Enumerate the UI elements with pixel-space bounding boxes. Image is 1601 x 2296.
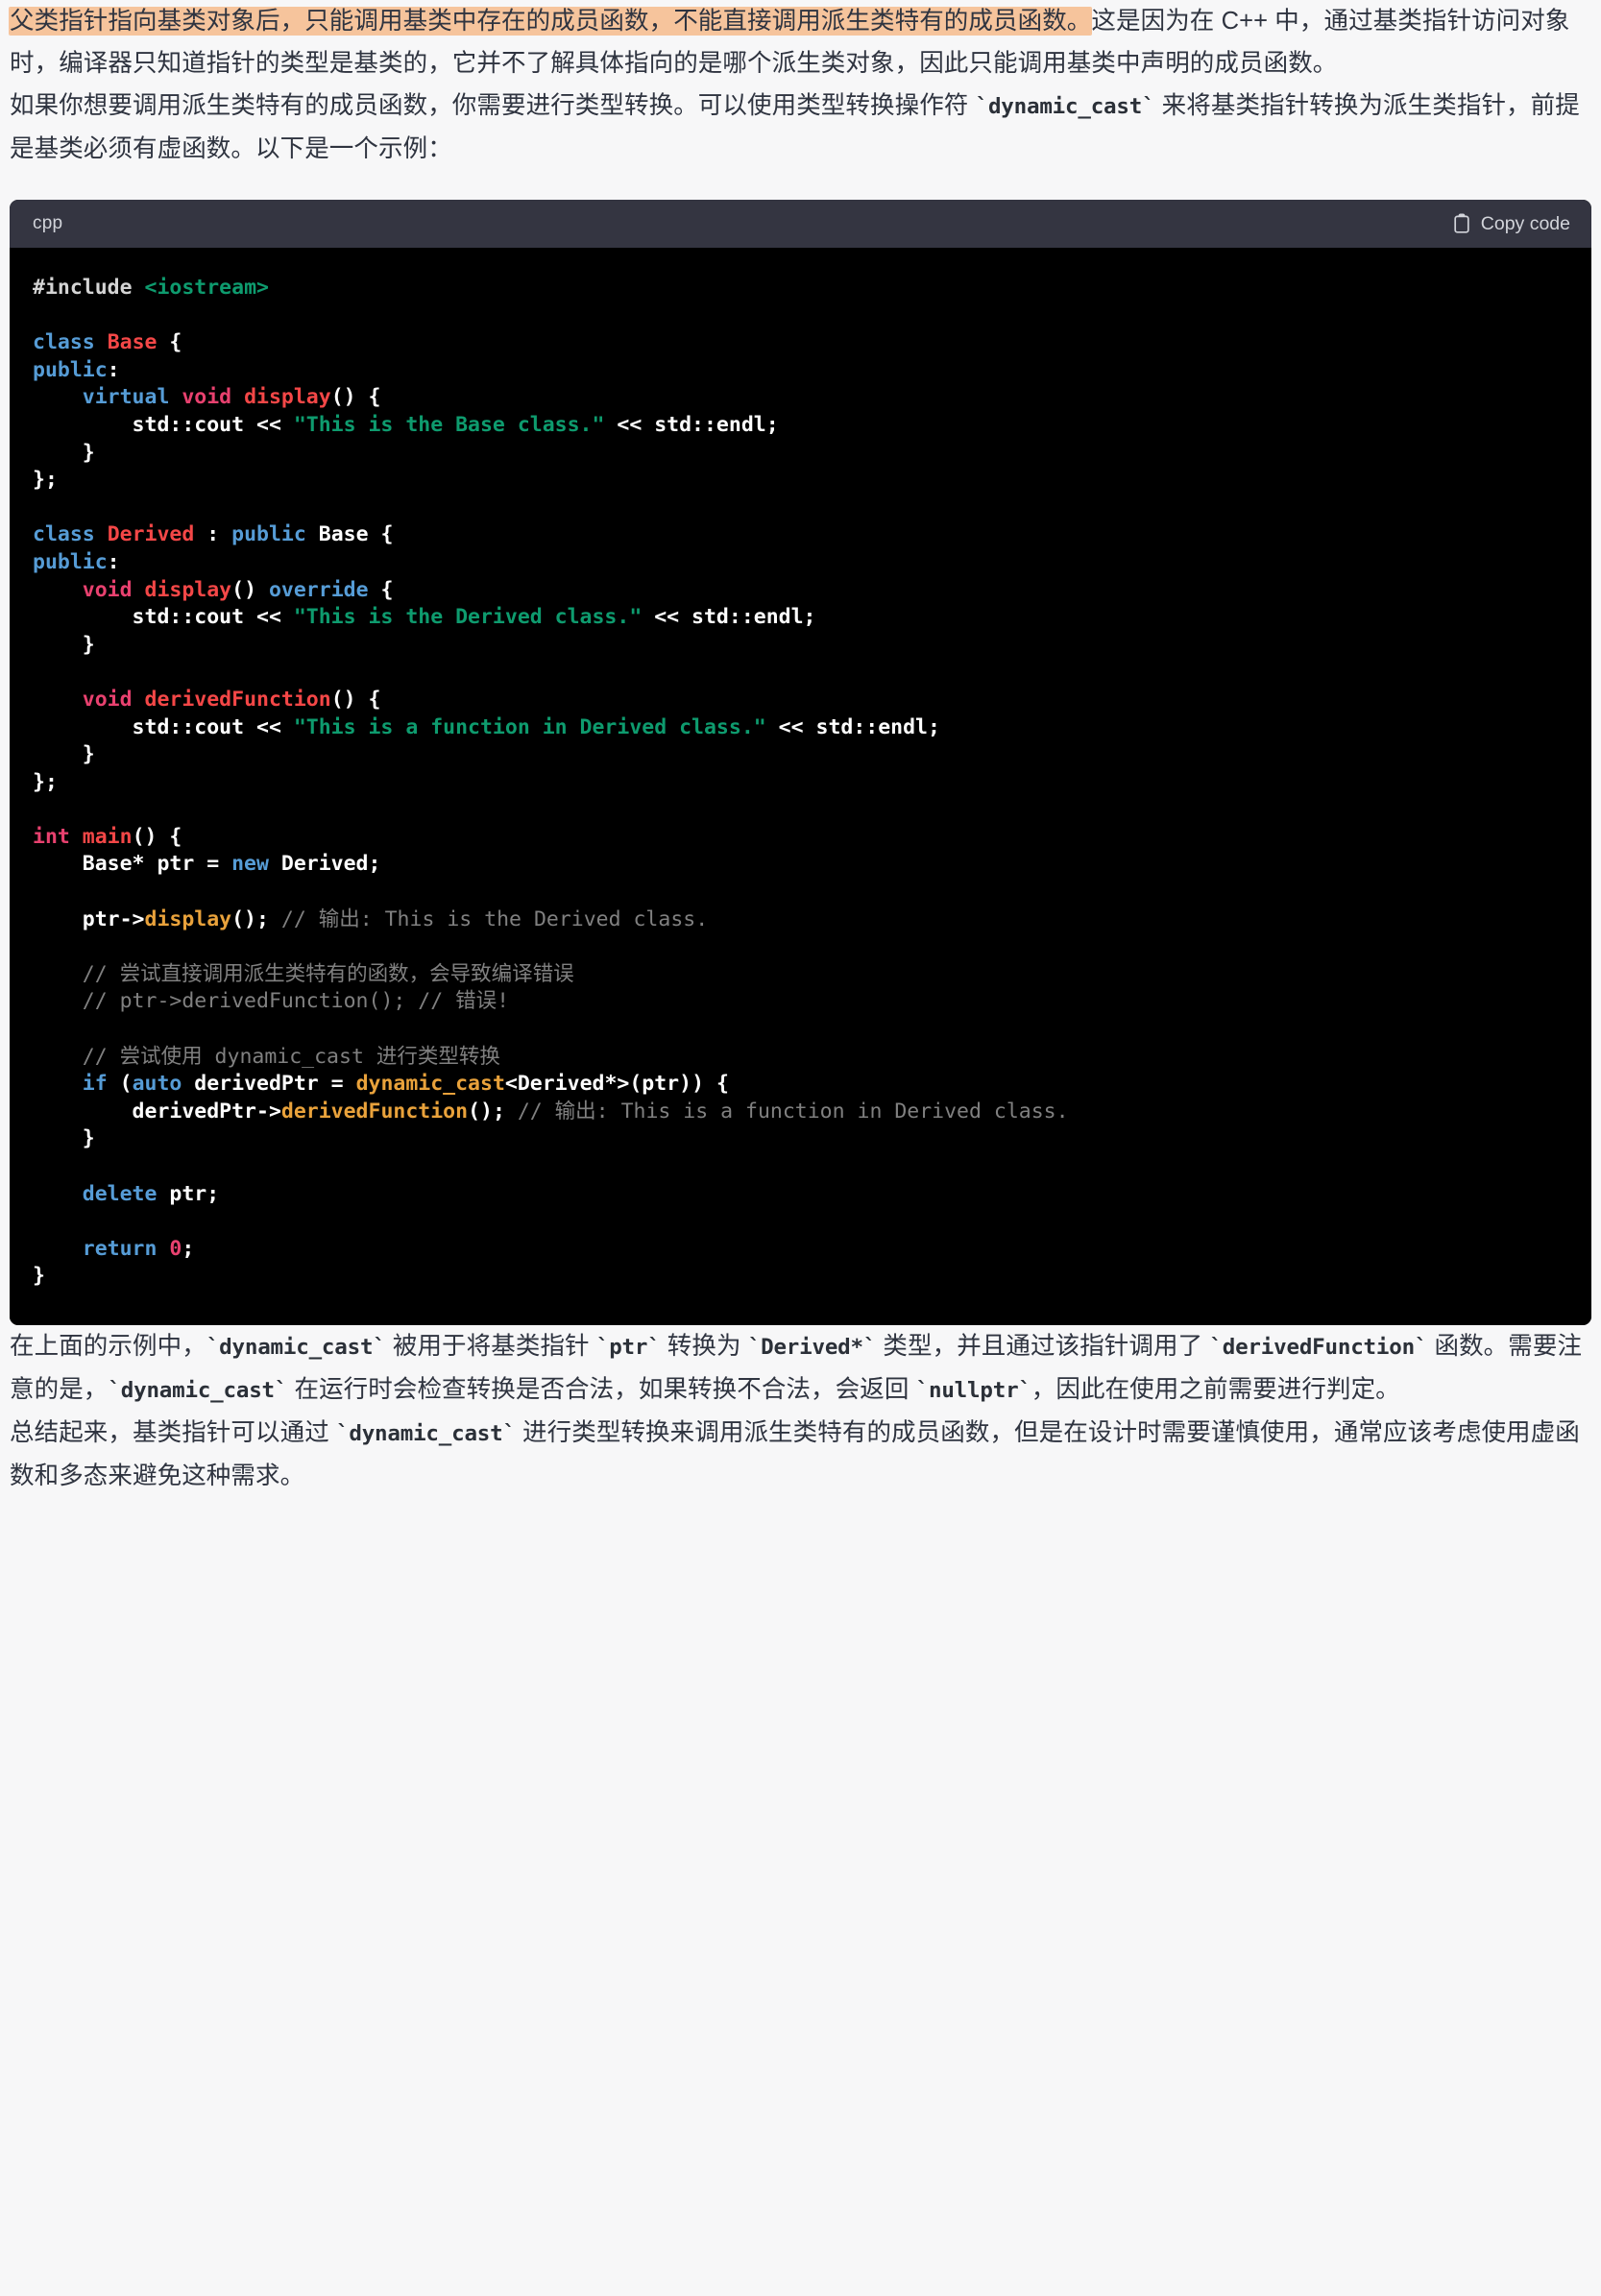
paragraph-4-part-a: 总结起来，基类指针可以通过 xyxy=(10,1418,336,1446)
code-block-body: #include <iostream> class Base { public:… xyxy=(10,248,1591,1325)
paragraph-3-part-f: 在运行时会检查转换是否合法，如果转换不合法，会返回 xyxy=(287,1375,916,1403)
inline-code-dynamic-cast-2: `dynamic_cast` xyxy=(206,1334,386,1360)
paragraph-3-part-b: 被用于将基类指针 xyxy=(385,1332,596,1360)
inline-code-nullptr: `nullptr` xyxy=(915,1377,1031,1403)
paragraph-3-part-d: 类型，并且通过该指针调用了 xyxy=(876,1332,1210,1360)
code-content[interactable]: #include <iostream> class Base { public:… xyxy=(10,275,1591,1291)
inline-code-ptr: `ptr` xyxy=(595,1334,661,1360)
paragraph-3-part-a: 在上面的示例中， xyxy=(10,1332,206,1360)
code-block: cpp Copy code #include <iostream> class … xyxy=(10,200,1591,1325)
inline-code-derived-function: `derivedFunction` xyxy=(1209,1334,1428,1360)
copy-code-label: Copy code xyxy=(1480,212,1570,234)
inline-code-dynamic-cast: `dynamic_cast` xyxy=(975,94,1155,119)
highlighted-sentence: 父类指针指向基类对象后，只能调用基类中存在的成员函数，不能直接调用派生类特有的成… xyxy=(10,8,1092,35)
paragraph-2-part-a: 如果你想要调用派生类特有的成员函数，你需要进行类型转换。可以使用类型转换操作符 xyxy=(10,92,976,119)
assistant-answer: 父类指针指向基类对象后，只能调用基类中存在的成员函数，不能直接调用派生类特有的成… xyxy=(0,0,1601,1497)
inline-code-dynamic-cast-3: `dynamic_cast` xyxy=(108,1377,288,1403)
paragraph-2: 如果你想要调用派生类特有的成员函数，你需要进行类型转换。可以使用类型转换操作符 … xyxy=(0,85,1601,170)
code-language-label: cpp xyxy=(33,213,63,233)
copy-code-button[interactable]: Copy code xyxy=(1450,209,1572,239)
inline-code-dynamic-cast-4: `dynamic_cast` xyxy=(336,1420,516,1446)
code-block-header: cpp Copy code xyxy=(10,200,1591,248)
inline-code-derived-ptr-type: `Derived*` xyxy=(747,1334,877,1360)
paragraph-4: 总结起来，基类指针可以通过 `dynamic_cast` 进行类型转换来调用派生… xyxy=(0,1412,1601,1497)
paragraph-3: 在上面的示例中，`dynamic_cast` 被用于将基类指针 `ptr` 转换… xyxy=(0,1325,1601,1412)
paragraph-3-part-c: 转换为 xyxy=(660,1332,748,1360)
paragraph-3-part-g: ，因此在使用之前需要进行判定。 xyxy=(1031,1375,1400,1403)
paragraph-1: 父类指针指向基类对象后，只能调用基类中存在的成员函数，不能直接调用派生类特有的成… xyxy=(0,0,1601,85)
clipboard-icon xyxy=(1452,213,1471,234)
